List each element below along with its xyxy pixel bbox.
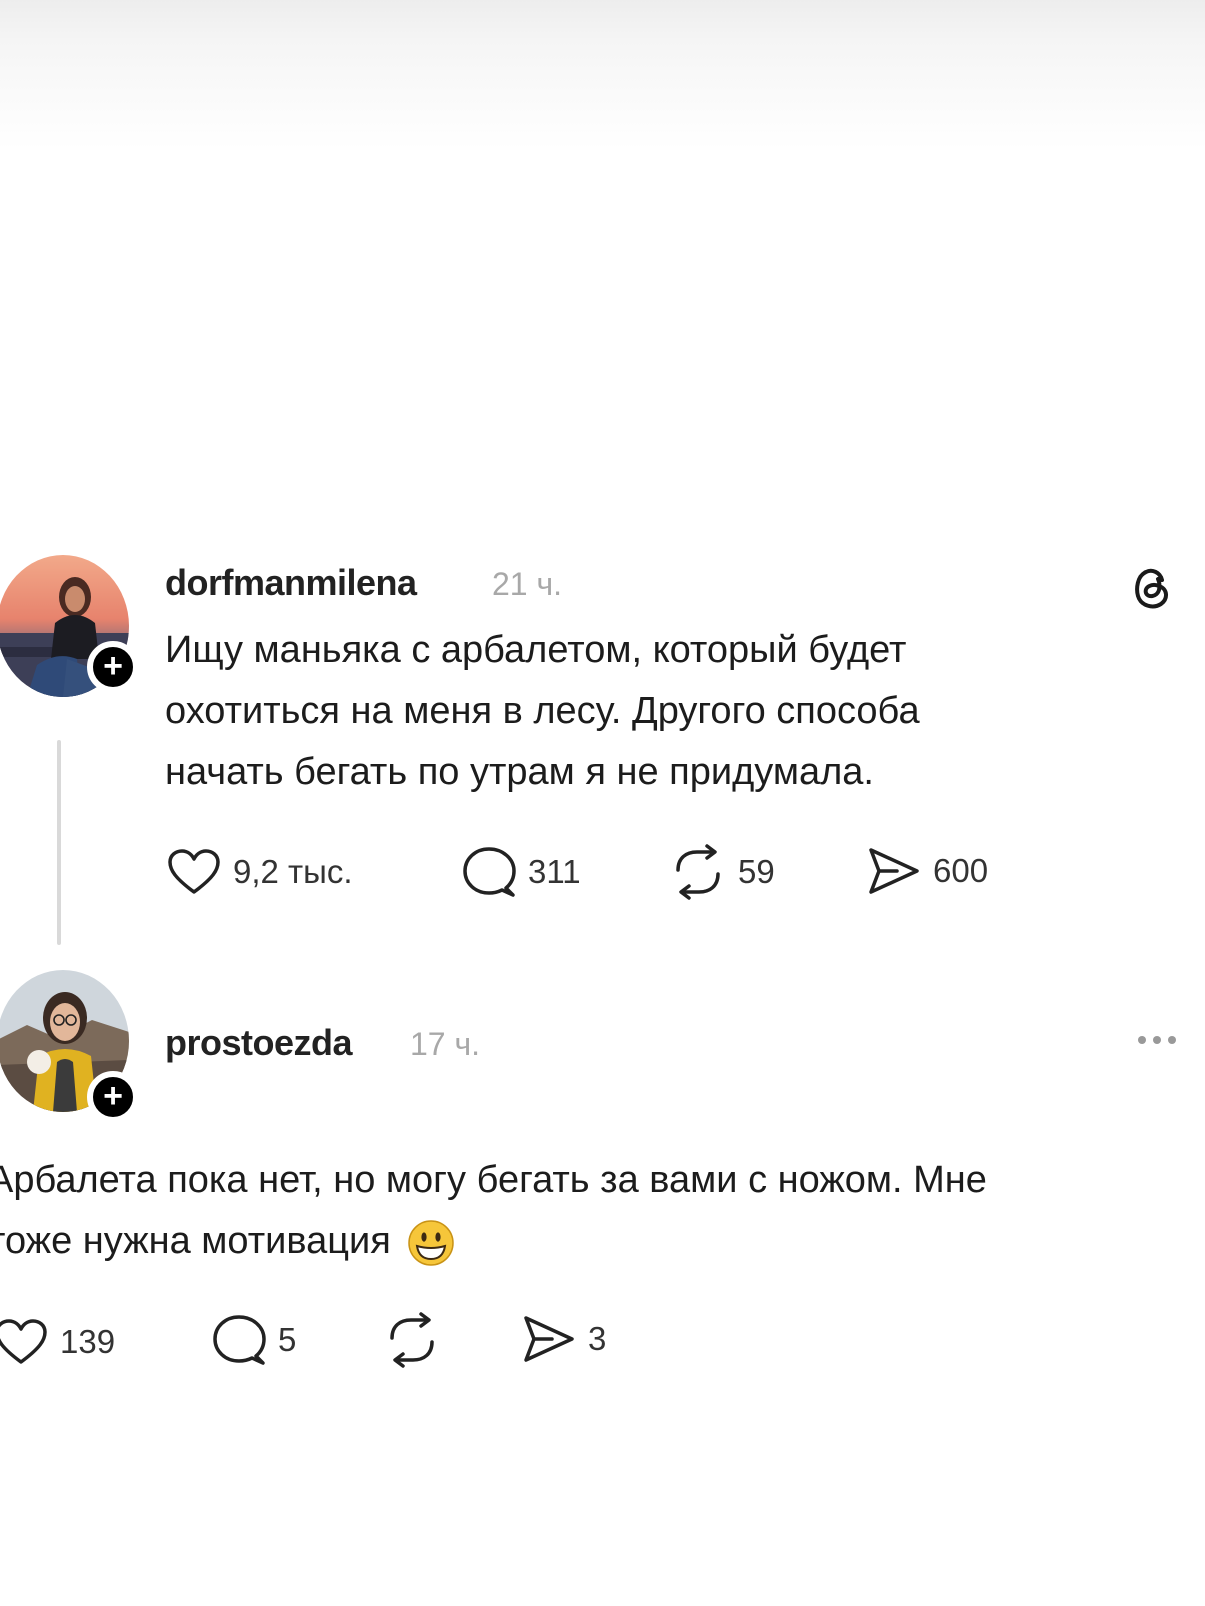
threads-logo-icon[interactable] bbox=[1132, 565, 1172, 611]
follow-button[interactable]: + bbox=[87, 641, 139, 693]
repost-icon bbox=[390, 1312, 434, 1368]
follow-button[interactable]: + bbox=[87, 1071, 139, 1123]
username[interactable]: dorfmanmilena bbox=[165, 562, 417, 604]
share-button[interactable]: 600 bbox=[867, 846, 988, 896]
heart-icon bbox=[0, 1319, 47, 1364]
like-button[interactable]: 9,2 тыс. bbox=[167, 848, 353, 896]
comment-icon bbox=[463, 847, 516, 897]
share-button[interactable]: 3 bbox=[522, 1314, 606, 1364]
post-text: Ищу маньяка с арбалетом, который будет о… bbox=[165, 620, 920, 803]
send-icon bbox=[524, 1316, 574, 1362]
repost-button[interactable]: 59 bbox=[670, 844, 775, 900]
comment-icon bbox=[213, 1315, 266, 1365]
repost-icon bbox=[676, 844, 720, 900]
timestamp: 21 ч. bbox=[492, 566, 563, 602]
send-icon bbox=[869, 848, 919, 894]
post-text-line: охотиться на меня в лесу. Другого способ… bbox=[165, 690, 920, 732]
like-count: 9,2 тыс. bbox=[233, 853, 353, 890]
share-count: 3 bbox=[588, 1320, 607, 1357]
repost-count: 59 bbox=[738, 853, 775, 890]
thread-line bbox=[57, 740, 61, 945]
username[interactable]: prostoezda bbox=[165, 1022, 353, 1064]
comment-count: 5 bbox=[278, 1321, 297, 1358]
share-count: 600 bbox=[933, 852, 989, 889]
timestamp: 17 ч. bbox=[410, 1026, 481, 1062]
post-text: Арбалета пока нет, но могу бегать за вам… bbox=[0, 1150, 987, 1272]
repost-button[interactable] bbox=[384, 1312, 452, 1368]
post-text-line: начать бегать по утрам я не придумала. bbox=[165, 751, 874, 793]
more-options-icon[interactable] bbox=[1138, 1036, 1176, 1044]
comment-button[interactable]: 5 bbox=[212, 1314, 296, 1366]
like-button[interactable]: 139 bbox=[0, 1318, 115, 1366]
post-text-line: Арбалета пока нет, но могу бегать за вам… bbox=[0, 1159, 987, 1201]
heart-icon bbox=[168, 849, 220, 894]
post-text-line: тоже нужна мотивация bbox=[0, 1220, 391, 1262]
grinning-face-emoji-icon bbox=[408, 1220, 455, 1266]
like-count: 139 bbox=[60, 1323, 116, 1360]
post-text-line: Ищу маньяка с арбалетом, который будет bbox=[165, 629, 907, 671]
comment-button[interactable]: 311 bbox=[462, 846, 581, 898]
top-shade bbox=[0, 0, 1205, 150]
comment-count: 311 bbox=[528, 853, 581, 890]
